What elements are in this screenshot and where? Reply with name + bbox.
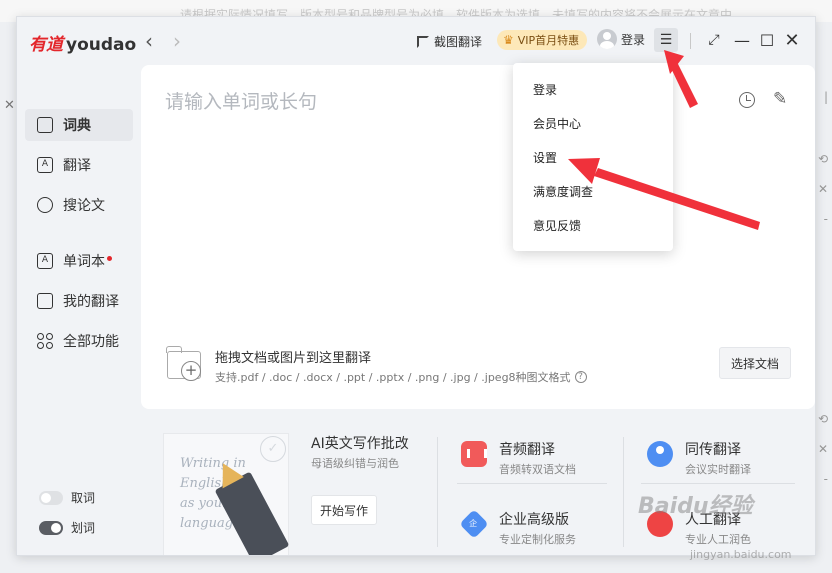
close-icon[interactable]: ✕: [781, 29, 803, 51]
enterprise-icon: 企: [459, 509, 489, 539]
toggle-label: 划词: [71, 521, 96, 535]
enterprise-icon-char: 企: [469, 519, 478, 529]
sidebar-item-label: 词典: [63, 118, 91, 134]
query-card: 请输入单词或长句 ✎ + 拖拽文档或图片到这里翻译 支持.pdf / .doc …: [141, 65, 815, 409]
screenshot-translate-label: 截图翻译: [434, 35, 483, 49]
handwrite-icon[interactable]: ✎: [773, 89, 787, 109]
sidebar-item-label: 全部功能: [63, 334, 119, 350]
feature-subtitle: 专业定制化服务: [499, 533, 576, 546]
menu-item-login[interactable]: 登录: [533, 81, 557, 98]
background-close-icon: ✕: [4, 98, 15, 113]
dictionary-icon: [37, 117, 53, 133]
query-input[interactable]: 请输入单词或长句: [165, 87, 317, 114]
choose-document-button[interactable]: 选择文档: [719, 347, 791, 379]
feature-title: 同传翻译: [685, 442, 741, 458]
doc-drop-title: 拖拽文档或图片到这里翻译: [215, 351, 372, 366]
select-word-toggle[interactable]: [39, 520, 63, 535]
menu-item-member-center[interactable]: 会员中心: [533, 115, 581, 132]
minimize-icon[interactable]: —: [731, 29, 753, 51]
menu-button[interactable]: ☰: [654, 28, 678, 52]
sync-translate-icon: [647, 441, 673, 467]
feature-subtitle: 会议实时翻译: [685, 463, 751, 476]
sidebar-item-search-paper[interactable]: 搜论文: [25, 189, 133, 221]
menu-item-feedback[interactable]: 意见反馈: [533, 217, 581, 234]
sidebar-item-label: 我的翻译: [63, 294, 119, 310]
toggle-row-select-word: 划词: [39, 519, 95, 536]
sidebar-item-label: 单词本: [63, 254, 105, 270]
sidebar: 词典 A 翻译 搜论文 A 单词本 我的翻译 全部功能 取词 划词: [17, 65, 141, 555]
sidebar-item-all-features[interactable]: 全部功能: [25, 325, 133, 357]
sidebar-item-my-translation[interactable]: 我的翻译: [25, 285, 133, 317]
sidebar-item-label: 翻译: [63, 158, 91, 174]
hamburger-icon: ☰: [659, 32, 673, 48]
ai-writing-title: AI英文写作批改: [311, 436, 409, 452]
feature-divider: [457, 483, 607, 484]
wordbook-icon: A: [37, 253, 53, 269]
youdao-window: 有道 youdao ‹ › 截图翻译 ♛ VIP首月特惠 登录 ☰ ⤢ — ☐ …: [16, 16, 816, 556]
audio-translate-icon: [461, 441, 487, 467]
feature-divider: [623, 437, 624, 547]
start-writing-button[interactable]: 开始写作: [311, 495, 377, 525]
vip-offer-label: VIP首月特惠: [517, 34, 580, 47]
back-arrow-icon[interactable]: ‹: [145, 29, 153, 53]
feature-divider: [437, 437, 438, 547]
menu-item-survey[interactable]: 满意度调查: [533, 183, 593, 200]
feature-title: 企业高级版: [499, 512, 569, 528]
sidebar-item-label: 搜论文: [63, 198, 105, 214]
crop-icon: [417, 35, 429, 48]
vip-offer-badge[interactable]: ♛ VIP首月特惠: [497, 30, 588, 50]
toggle-label: 取词: [71, 491, 96, 505]
pick-word-toggle[interactable]: [39, 490, 63, 505]
feature-divider: [641, 483, 795, 484]
avatar-icon: [597, 29, 617, 49]
history-icon[interactable]: [739, 92, 755, 108]
ai-writing-illustration: Writing in English as your first languag…: [163, 433, 290, 555]
feature-subtitle: 专业人工润色: [685, 533, 751, 546]
feature-title: 音频翻译: [499, 442, 555, 458]
vip-crown-icon: ♛: [503, 33, 514, 47]
sidebar-item-wordbook[interactable]: A 单词本: [25, 245, 133, 277]
help-icon[interactable]: ?: [574, 371, 587, 383]
main-menu-dropdown: 登录 会员中心 设置 满意度调查 意见反馈: [513, 63, 673, 251]
toggle-row-pick-word: 取词: [39, 489, 95, 506]
feature-panel: Writing in English as your first languag…: [141, 417, 815, 555]
menu-item-settings[interactable]: 设置: [533, 149, 557, 166]
ai-writing-subtitle: 母语级纠错与润色: [311, 457, 399, 470]
title-bar: 有道 youdao ‹ › 截图翻译 ♛ VIP首月特惠 登录 ☰ ⤢ — ☐ …: [17, 17, 815, 65]
fountain-pen-icon: [214, 471, 290, 555]
all-features-icon: [37, 333, 53, 349]
feature-subtitle: 音频转双语文档: [499, 463, 576, 476]
login-label: 登录: [621, 32, 646, 47]
plus-icon: +: [181, 361, 201, 381]
login-button[interactable]: 登录: [597, 29, 645, 49]
youdao-logo: 有道 youdao: [29, 30, 136, 55]
translate-icon: A: [37, 157, 53, 173]
logo-en-text: youdao: [66, 35, 137, 55]
forward-arrow-icon[interactable]: ›: [173, 29, 181, 53]
new-dot-badge: [107, 255, 112, 261]
logo-cn-text: 有道: [29, 35, 63, 55]
baidu-watermark-url: jingyan.baidu.com: [690, 548, 792, 561]
my-translation-icon: [37, 293, 53, 309]
titlebar-divider: [690, 33, 691, 49]
maximize-icon[interactable]: ☐: [756, 29, 778, 51]
check-badge-icon: ✓: [260, 436, 286, 462]
screenshot-translate-button[interactable]: 截图翻译: [417, 33, 482, 50]
mini-mode-icon[interactable]: ⤢: [703, 29, 725, 51]
baidu-watermark: Baidu经验: [638, 494, 753, 519]
doc-format-text: 支持.pdf / .doc / .docx / .ppt / .pptx / .…: [215, 371, 571, 384]
sidebar-item-translate[interactable]: A 翻译: [25, 149, 133, 181]
search-paper-icon: [37, 197, 53, 213]
doc-format-note: 支持.pdf / .doc / .docx / .ppt / .pptx / .…: [215, 369, 587, 385]
sidebar-item-dictionary[interactable]: 词典: [25, 109, 133, 141]
